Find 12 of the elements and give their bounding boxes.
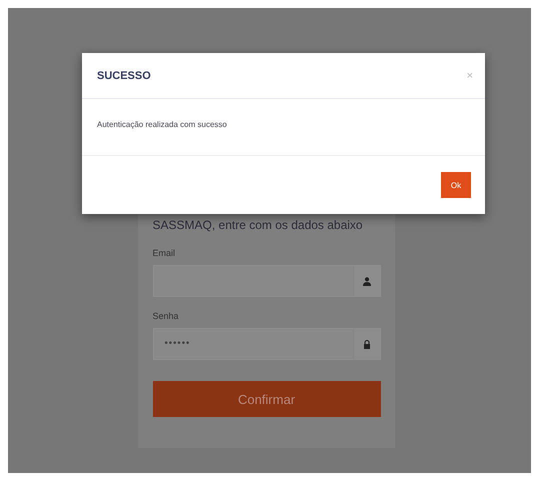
field-label: Email xyxy=(152,248,176,258)
close-button[interactable]: × xyxy=(466,70,473,82)
password-field[interactable]: •••••• xyxy=(152,328,380,360)
ok-button[interactable]: Ok xyxy=(441,172,471,198)
dialog-message: Autenticação realizada com sucesso xyxy=(97,120,227,129)
user-icon xyxy=(362,276,370,286)
confirm-button[interactable]: Confirmar xyxy=(152,381,380,417)
email-field[interactable] xyxy=(152,265,380,297)
dialog-title: SUCESSO xyxy=(97,70,151,82)
login-tagline: SASSMAQ, entre com os dados abaixo xyxy=(152,218,364,232)
lock-icon xyxy=(362,340,370,348)
field-label: Senha xyxy=(152,311,179,321)
